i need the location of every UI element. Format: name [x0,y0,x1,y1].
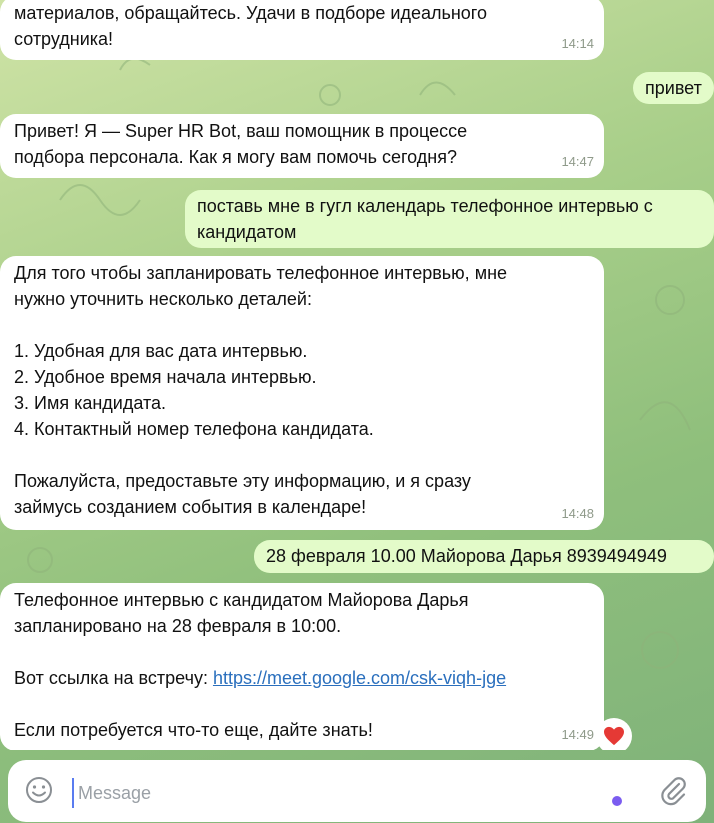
reaction-badge[interactable] [596,718,632,750]
paperclip-icon [661,777,686,806]
meeting-link[interactable]: https://meet.google.com/csk-viqh-jge [213,668,506,688]
message-user: привет [633,72,714,104]
list-item: 1. Удобная для вас дата интервью. [14,341,308,361]
message-text: 28 февраля 10.00 Майорова Дарья 89394949… [266,546,667,566]
message-bot: материалов, обращайтесь. Удачи в подборе… [0,0,604,60]
message-text: сотрудника! [14,29,114,49]
message-time: 14:14 [561,36,594,51]
message-user: поставь мне в гугл календарь телефонное … [185,190,714,248]
message-bot: Телефонное интервью с кандидатом Майоров… [0,583,604,750]
status-dot [612,796,622,806]
message-text: кандидатом [197,222,297,242]
attach-button[interactable] [658,775,688,807]
message-text: Если потребуется что-то еще, дайте знать… [14,720,373,740]
message-text: привет [645,78,702,98]
message-time: 14:48 [561,506,594,521]
message-text: запланировано на 28 февраля в 10:00. [14,616,342,636]
message-text: Привет! Я — Super HR Bot, ваш помощник в… [14,121,468,141]
message-time: 14:47 [561,154,594,169]
list-item: 3. Имя кандидата. [14,393,167,413]
heart-icon [604,726,624,746]
message-input[interactable] [72,778,620,808]
message-text: займусь созданием события в календаре! [14,497,367,517]
message-bot: Для того чтобы запланировать телефонное … [0,256,604,530]
smile-icon [26,777,52,803]
message-bot: Привет! Я — Super HR Bot, ваш помощник в… [0,114,604,178]
message-text: Вот ссылка на встречу: https://meet.goog… [14,665,590,691]
message-text: Пожалуйста, предоставьте эту информацию,… [14,471,471,491]
message-text: Для того чтобы запланировать телефонное … [14,263,508,283]
emoji-button[interactable] [24,775,54,805]
message-text: подбора персонала. Как я могу вам помочь… [14,147,457,167]
list-item: 2. Удобное время начала интервью. [14,367,317,387]
message-composer [8,760,706,822]
message-user: 28 февраля 10.00 Майорова Дарья 89394949… [254,540,714,573]
list-item: 4. Контактный номер телефона кандидата. [14,419,374,439]
link-label: Вот ссылка на встречу: [14,668,213,688]
message-time: 14:49 [561,727,594,742]
message-text: Телефонное интервью с кандидатом Майоров… [14,590,469,610]
message-text: нужно уточнить несколько деталей: [14,289,312,309]
message-list[interactable]: материалов, обращайтесь. Удачи в подборе… [0,0,714,750]
message-text: поставь мне в гугл календарь телефонное … [197,196,653,216]
message-text: материалов, обращайтесь. Удачи в подборе… [14,3,487,23]
